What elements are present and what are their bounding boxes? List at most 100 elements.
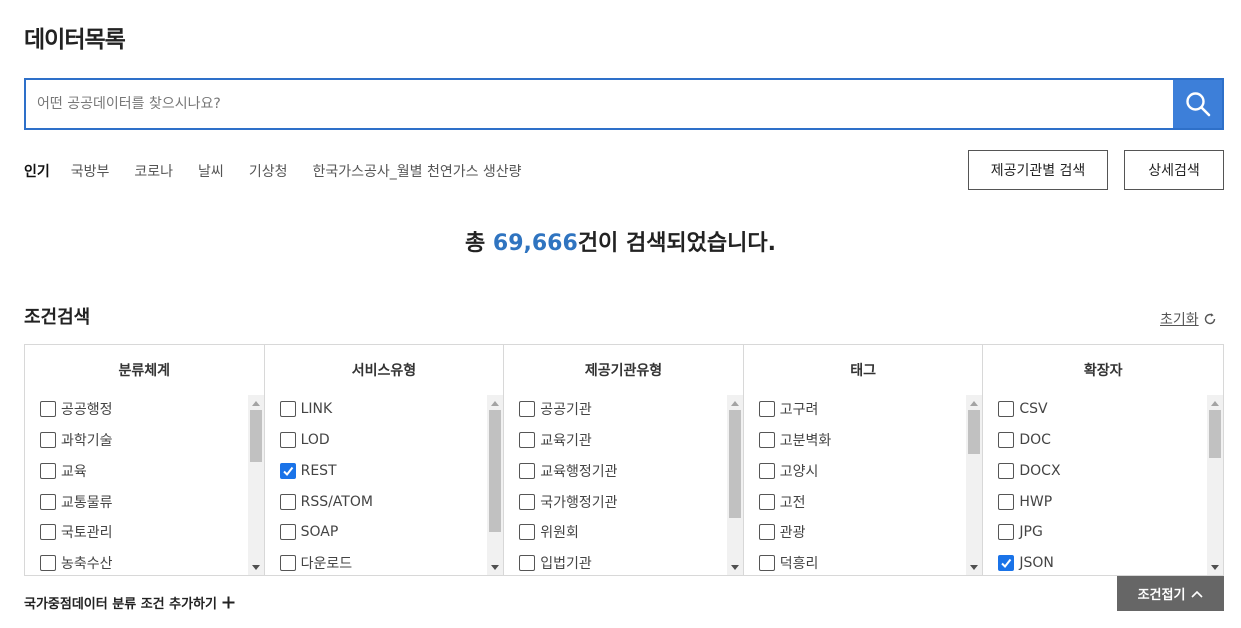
filter-option[interactable]: 교통물류 xyxy=(40,492,113,512)
scroll-up-arrow-icon[interactable] xyxy=(966,395,982,411)
org-search-button[interactable]: 제공기관별 검색 xyxy=(968,150,1108,190)
result-prefix: 총 xyxy=(465,231,493,256)
checkbox[interactable] xyxy=(40,555,56,571)
scroll-up-arrow-icon[interactable] xyxy=(1207,395,1223,411)
checkbox[interactable] xyxy=(758,524,775,540)
scrollbar[interactable] xyxy=(726,395,743,575)
filter-option[interactable]: 위원회 xyxy=(519,522,579,542)
filter-option[interactable]: 고전 xyxy=(758,492,806,512)
checkbox[interactable] xyxy=(998,401,1015,417)
filter-option[interactable]: REST xyxy=(279,461,337,481)
filter-option[interactable]: DOC xyxy=(998,430,1051,450)
reset-button[interactable]: 초기화 xyxy=(1160,309,1217,329)
checkbox[interactable] xyxy=(758,401,775,417)
filter-option[interactable]: 교육행정기관 xyxy=(519,461,617,481)
scrollbar[interactable] xyxy=(247,395,264,575)
checkbox[interactable] xyxy=(40,524,56,540)
search-button[interactable] xyxy=(1173,80,1222,128)
popular-label: 인기 xyxy=(24,164,50,180)
scrollbar-thumb[interactable] xyxy=(489,410,502,532)
checkbox[interactable] xyxy=(758,463,775,479)
filter-option[interactable]: 공공행정 xyxy=(40,399,113,419)
search-input[interactable] xyxy=(26,80,1173,128)
scrollbar-thumb[interactable] xyxy=(728,410,741,518)
collapse-conditions-button[interactable]: 조건접기 xyxy=(1117,576,1224,611)
checkbox[interactable] xyxy=(279,555,296,571)
checkbox[interactable] xyxy=(519,494,536,510)
scroll-down-arrow-icon[interactable] xyxy=(248,559,264,575)
checkbox[interactable] xyxy=(758,494,775,510)
filter-option[interactable]: 덕흥리 xyxy=(758,553,818,573)
checkbox[interactable] xyxy=(519,463,536,479)
scroll-down-arrow-icon[interactable] xyxy=(727,559,743,575)
checkbox[interactable] xyxy=(998,463,1015,479)
filter-option[interactable]: LOD xyxy=(279,430,330,450)
checkbox[interactable] xyxy=(758,432,775,448)
filter-option-label: 공공행정 xyxy=(61,402,113,418)
checkbox[interactable] xyxy=(279,432,296,448)
checkbox[interactable] xyxy=(519,524,536,540)
scroll-down-arrow-icon[interactable] xyxy=(1207,559,1223,575)
filter-option[interactable]: 국가행정기관 xyxy=(519,492,617,512)
popular-keyword[interactable]: 코로나 xyxy=(134,161,173,181)
filter-option-label: 교통물류 xyxy=(61,495,113,511)
checkbox[interactable] xyxy=(40,463,56,479)
scrollbar[interactable] xyxy=(487,395,504,575)
filter-option[interactable]: RSS/ATOM xyxy=(279,492,373,512)
scrollbar-thumb[interactable] xyxy=(249,410,262,462)
filter-option[interactable]: JPG xyxy=(998,522,1043,542)
scrollbar-thumb[interactable] xyxy=(968,410,981,454)
filter-option[interactable]: 국토관리 xyxy=(40,522,113,542)
scrollbar-thumb[interactable] xyxy=(1208,410,1221,458)
filter-option-label: JSON xyxy=(1019,555,1054,571)
filter-option[interactable]: 교육기관 xyxy=(519,430,592,450)
filter-option[interactable]: 관광 xyxy=(758,522,806,542)
filter-option-label: HWP xyxy=(1019,494,1053,510)
filter-option[interactable]: JSON xyxy=(998,553,1054,573)
popular-keyword[interactable]: 날씨 xyxy=(198,161,224,181)
filter-option[interactable]: 농축수산 xyxy=(40,553,113,573)
filter-option[interactable]: 교육 xyxy=(40,461,87,481)
filter-option[interactable]: LINK xyxy=(279,399,332,419)
checkbox[interactable] xyxy=(519,401,536,417)
scrollbar[interactable] xyxy=(966,395,983,575)
scroll-down-arrow-icon[interactable] xyxy=(966,559,982,575)
filter-option[interactable]: CSV xyxy=(998,399,1048,419)
scroll-up-arrow-icon[interactable] xyxy=(248,395,264,411)
filter-option[interactable]: 과학기술 xyxy=(40,430,113,450)
filter-option[interactable]: 고분벽화 xyxy=(758,430,831,450)
checkbox[interactable] xyxy=(279,401,296,417)
filter-option[interactable]: 고구려 xyxy=(758,399,818,419)
checkbox[interactable] xyxy=(519,555,536,571)
filter-option[interactable]: DOCX xyxy=(998,461,1061,481)
scroll-up-arrow-icon[interactable] xyxy=(727,395,743,411)
checkbox-checked[interactable] xyxy=(998,555,1015,571)
filter-option[interactable]: 공공기관 xyxy=(519,399,592,419)
filter-option-label: 고양시 xyxy=(779,464,819,480)
checkbox[interactable] xyxy=(998,494,1015,510)
checkbox[interactable] xyxy=(998,524,1015,540)
filter-option[interactable]: SOAP xyxy=(279,522,338,542)
popular-keyword[interactable]: 국방부 xyxy=(71,161,110,181)
checkbox[interactable] xyxy=(519,432,536,448)
filter-option[interactable]: 고양시 xyxy=(758,461,819,481)
checkbox-checked[interactable] xyxy=(279,463,296,479)
checkbox[interactable] xyxy=(758,555,775,571)
checkbox[interactable] xyxy=(40,401,56,417)
scroll-up-arrow-icon[interactable] xyxy=(487,395,503,411)
checkbox[interactable] xyxy=(998,432,1015,448)
scrollbar[interactable] xyxy=(1206,395,1223,575)
filter-option-label: JPG xyxy=(1019,524,1043,540)
detail-search-button[interactable]: 상세검색 xyxy=(1124,150,1224,190)
checkbox[interactable] xyxy=(279,524,296,540)
filter-option[interactable]: 입법기관 xyxy=(519,553,592,573)
checkbox[interactable] xyxy=(279,494,296,510)
popular-keyword[interactable]: 한국가스공사_월별 천연가스 생산량 xyxy=(312,161,521,181)
checkbox[interactable] xyxy=(40,494,56,510)
filter-option[interactable]: 다운로드 xyxy=(279,553,352,573)
scroll-down-arrow-icon[interactable] xyxy=(487,559,503,575)
popular-keyword[interactable]: 기상청 xyxy=(249,161,288,181)
checkbox[interactable] xyxy=(40,432,56,448)
add-national-condition-button[interactable]: 국가중점데이터 분류 조건 추가하기 xyxy=(24,593,235,612)
filter-option[interactable]: HWP xyxy=(998,492,1052,512)
